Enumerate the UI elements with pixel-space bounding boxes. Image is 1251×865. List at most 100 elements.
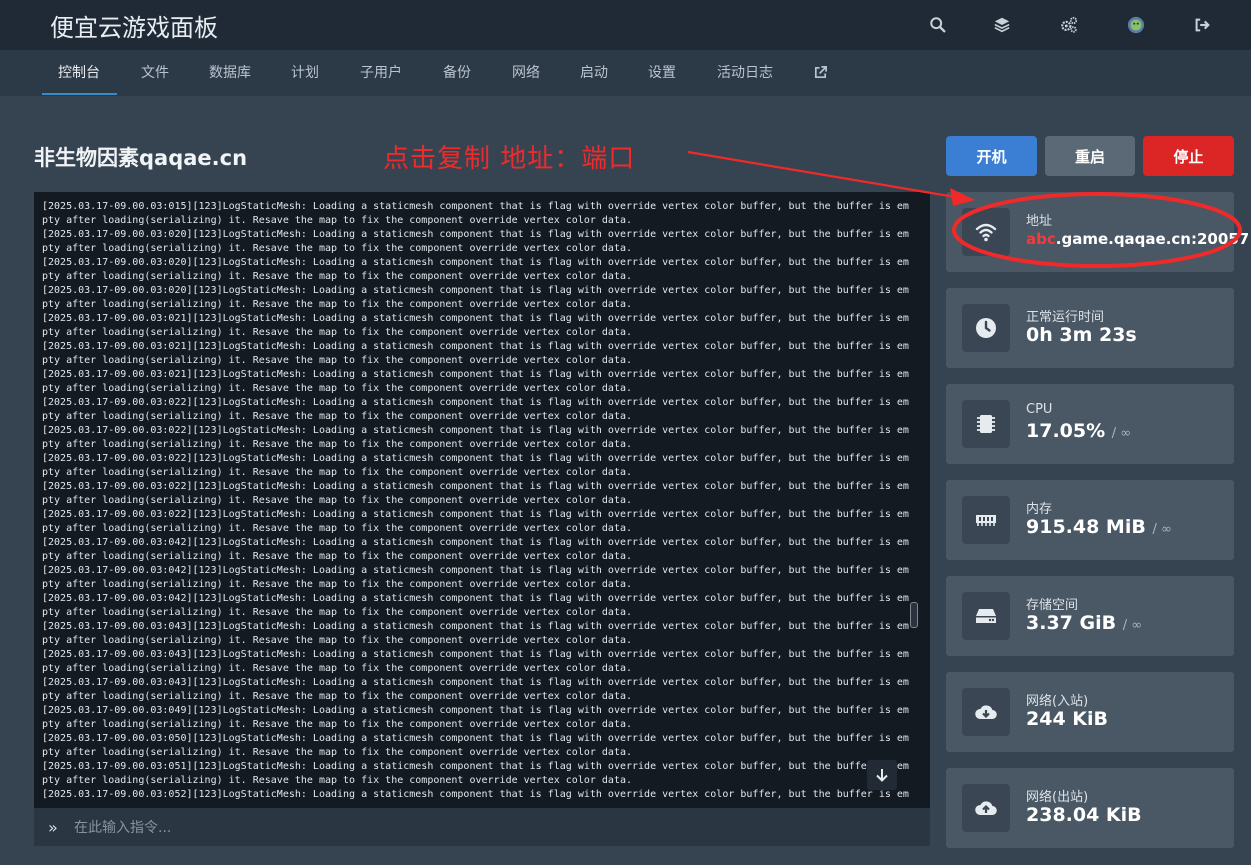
console-line: pty after loading(serializing) it. Resav… <box>42 663 633 674</box>
address-card[interactable]: 地址 abc.game.qaqae.cn:20057 <box>946 192 1249 272</box>
cpu-label: CPU <box>1026 402 1053 417</box>
console-line: [2025.03.17-09.00.03:052][123]LogStaticM… <box>42 789 909 800</box>
address-value[interactable]: abc.game.qaqae.cn:20057 <box>1026 230 1249 248</box>
chevron-right-icon: » <box>48 818 58 837</box>
memory-limit: / ∞ <box>1152 522 1172 537</box>
cloud-upload-icon <box>962 784 1010 832</box>
active-tab-indicator <box>42 93 117 95</box>
tab-subusers[interactable]: 子用户 <box>360 50 402 96</box>
annotation-text: 点击复制 地址：端口 <box>383 144 636 174</box>
network-in-label: 网络(入站) <box>1026 694 1089 709</box>
tab-backups[interactable]: 备份 <box>443 50 471 96</box>
tab-network[interactable]: 网络 <box>512 50 540 96</box>
tab-console[interactable]: 控制台 <box>58 50 100 96</box>
console-line: pty after loading(serializing) it. Resav… <box>42 327 633 338</box>
console-output[interactable]: [2025.03.17-09.00.03:015][123]LogStaticM… <box>34 192 930 808</box>
memory-value: 915.48 MiB / ∞ <box>1026 516 1172 538</box>
tab-databases[interactable]: 数据库 <box>209 50 251 96</box>
network-out-value: 238.04 KiB <box>1026 804 1142 826</box>
network-out-card: 网络(出站) 238.04 KiB <box>946 768 1234 848</box>
command-bar: » <box>34 808 930 846</box>
console-line: pty after loading(serializing) it. Resav… <box>42 355 633 366</box>
console-line: pty after loading(serializing) it. Resav… <box>42 747 633 758</box>
console-line: [2025.03.17-09.00.03:021][123]LogStaticM… <box>42 341 909 352</box>
cpu-card: CPU 17.05% / ∞ <box>946 384 1234 464</box>
storage-label: 存储空间 <box>1026 598 1079 613</box>
console-line: pty after loading(serializing) it. Resav… <box>42 607 633 618</box>
storage-limit: / ∞ <box>1122 618 1143 633</box>
console-line: [2025.03.17-09.00.03:020][123]LogStaticM… <box>42 229 909 240</box>
hdd-icon <box>962 592 1010 640</box>
network-in-value: 244 KiB <box>1026 708 1108 730</box>
console-line: [2025.03.17-09.00.03:020][123]LogStaticM… <box>42 257 909 268</box>
console-line: [2025.03.17-09.00.03:022][123]LogStaticM… <box>42 397 909 408</box>
console-line: pty after loading(serializing) it. Resav… <box>42 271 633 282</box>
tab-schedules[interactable]: 计划 <box>291 50 319 96</box>
console-line: pty after loading(serializing) it. Resav… <box>42 411 633 422</box>
layers-icon[interactable] <box>990 13 1014 37</box>
uptime-value: 0h 3m 23s <box>1026 324 1137 346</box>
console-line: pty after loading(serializing) it. Resav… <box>42 579 633 590</box>
console-line: [2025.03.17-09.00.03:042][123]LogStaticM… <box>42 565 909 576</box>
console-line: pty after loading(serializing) it. Resav… <box>42 243 633 254</box>
tab-settings[interactable]: 设置 <box>648 50 676 96</box>
console-line: [2025.03.17-09.00.03:043][123]LogStaticM… <box>42 677 909 688</box>
console-line: [2025.03.17-09.00.03:021][123]LogStaticM… <box>42 313 909 324</box>
avatar[interactable] <box>1124 13 1148 37</box>
uptime-card: 正常运行时间 0h 3m 23s <box>946 288 1234 368</box>
clock-icon <box>962 304 1010 352</box>
address-host: .game.qaqae.cn:20057 <box>1055 230 1250 248</box>
search-icon[interactable] <box>926 13 950 37</box>
console-line: [2025.03.17-09.00.03:042][123]LogStaticM… <box>42 537 909 548</box>
uptime-label: 正常运行时间 <box>1026 310 1105 325</box>
arrow-down-icon <box>876 769 888 782</box>
storage-usage: 3.37 GiB <box>1026 612 1117 634</box>
cpu-icon <box>962 400 1010 448</box>
wifi-icon <box>962 208 1010 256</box>
command-input[interactable] <box>72 816 876 840</box>
restart-button[interactable]: 重启 <box>1045 136 1135 176</box>
console-line: pty after loading(serializing) it. Resav… <box>42 635 633 646</box>
gears-icon[interactable] <box>1057 13 1081 37</box>
console-line: [2025.03.17-09.00.03:051][123]LogStaticM… <box>42 761 909 772</box>
console-line: pty after loading(serializing) it. Resav… <box>42 691 633 702</box>
scroll-to-bottom-button[interactable] <box>867 760 897 790</box>
console-line: [2025.03.17-09.00.03:020][123]LogStaticM… <box>42 285 909 296</box>
storage-value: 3.37 GiB / ∞ <box>1026 612 1142 634</box>
tab-files[interactable]: 文件 <box>141 50 169 96</box>
network-out-label: 网络(出站) <box>1026 790 1089 805</box>
console-line: pty after loading(serializing) it. Resav… <box>42 215 633 226</box>
console-line: pty after loading(serializing) it. Resav… <box>42 467 633 478</box>
console-line: pty after loading(serializing) it. Resav… <box>42 523 633 534</box>
console-line: [2025.03.17-09.00.03:021][123]LogStaticM… <box>42 369 909 380</box>
app-title[interactable]: 便宜云游戏面板 <box>50 8 218 43</box>
cloud-download-icon <box>962 688 1010 736</box>
memory-label: 内存 <box>1026 502 1053 517</box>
memory-usage: 915.48 MiB <box>1026 516 1146 538</box>
console-line: [2025.03.17-09.00.03:022][123]LogStaticM… <box>42 481 909 492</box>
tab-activity[interactable]: 活动日志 <box>717 50 773 96</box>
console-scrollbar[interactable] <box>910 602 918 628</box>
console-line: pty after loading(serializing) it. Resav… <box>42 551 633 562</box>
server-name: 非生物因素qaqae.cn <box>34 146 248 170</box>
console-line: [2025.03.17-09.00.03:022][123]LogStaticM… <box>42 425 909 436</box>
memory-icon <box>962 496 1010 544</box>
start-button[interactable]: 开机 <box>946 136 1037 176</box>
cpu-value: 17.05% / ∞ <box>1026 420 1131 442</box>
console-line: pty after loading(serializing) it. Resav… <box>42 775 633 786</box>
console-line: [2025.03.17-09.00.03:022][123]LogStaticM… <box>42 509 909 520</box>
stop-button[interactable]: 停止 <box>1143 136 1234 176</box>
tab-startup[interactable]: 启动 <box>580 50 608 96</box>
logout-icon[interactable] <box>1190 13 1214 37</box>
address-label: 地址 <box>1026 214 1053 229</box>
external-link-icon[interactable] <box>813 65 828 81</box>
address-prefix: abc <box>1026 230 1056 248</box>
console-line: [2025.03.17-09.00.03:022][123]LogStaticM… <box>42 453 909 464</box>
console-line: pty after loading(serializing) it. Resav… <box>42 383 633 394</box>
console-line: pty after loading(serializing) it. Resav… <box>42 495 633 506</box>
cpu-limit: / ∞ <box>1111 426 1132 441</box>
console-line: [2025.03.17-09.00.03:043][123]LogStaticM… <box>42 649 909 660</box>
console-line: pty after loading(serializing) it. Resav… <box>42 439 633 450</box>
network-in-card: 网络(入站) 244 KiB <box>946 672 1234 752</box>
console-line: [2025.03.17-09.00.03:050][123]LogStaticM… <box>42 733 909 744</box>
